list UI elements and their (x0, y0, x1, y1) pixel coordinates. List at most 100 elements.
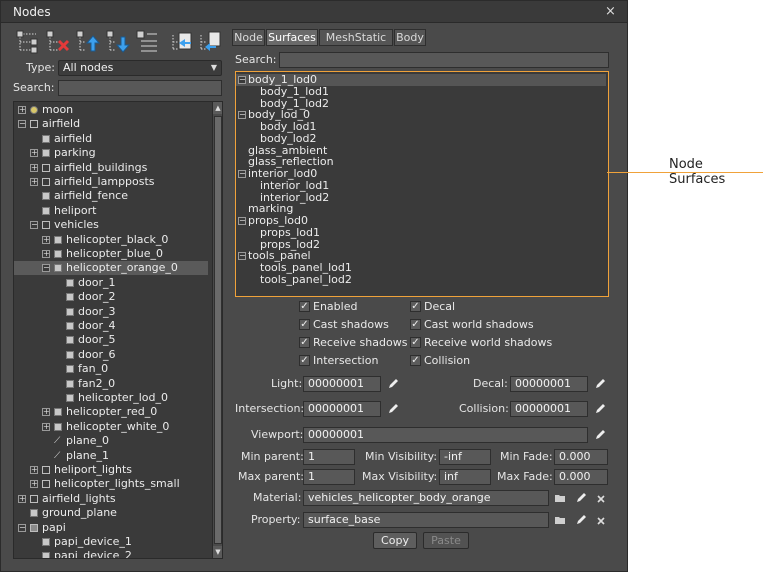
tab-body[interactable]: Body (394, 29, 426, 46)
surface-label: tools_panel_lod2 (260, 272, 352, 286)
tab-meshstatic[interactable]: MeshStatic (319, 29, 393, 46)
node-search-label: Search: (13, 81, 55, 94)
min-visibility-field[interactable]: -inf (439, 449, 491, 465)
clone-icon[interactable] (169, 29, 195, 55)
tree-node-label: helicopter_blue_0 (66, 247, 163, 260)
max-parent-field[interactable]: 1 (303, 469, 355, 485)
type-select[interactable]: All nodes ▼ (58, 60, 222, 76)
close-icon[interactable]: × (605, 4, 616, 19)
enabled-label: Enabled (313, 300, 358, 313)
tree-node-label: door_1 (78, 275, 116, 289)
node-icon (66, 379, 74, 388)
expand-icon[interactable]: + (42, 235, 50, 244)
expand-icon[interactable]: + (42, 422, 50, 431)
collapse-icon[interactable]: − (42, 264, 50, 273)
edit-viewport-mask-icon[interactable] (594, 429, 606, 441)
collapse-icon[interactable]: − (238, 217, 246, 225)
property-field[interactable]: surface_base (303, 512, 549, 528)
collapse-icon[interactable]: − (238, 252, 246, 261)
move-up-icon[interactable] (75, 29, 101, 55)
collapse-icon[interactable]: − (238, 111, 246, 120)
expand-icon[interactable]: + (30, 163, 38, 172)
surface-label: props_lod1 (260, 225, 320, 239)
decal-mask-field[interactable]: 00000001 (510, 376, 588, 392)
viewport-mask-label: Viewport: (251, 428, 304, 441)
edit-property-icon[interactable] (575, 514, 587, 526)
max-visibility-field[interactable]: inf (439, 469, 491, 485)
intersection-mask-field[interactable]: 00000001 (303, 401, 381, 417)
min-parent-field[interactable]: 1 (303, 449, 355, 465)
tab-surfaces[interactable]: Surfaces (266, 29, 318, 46)
edit-material-icon[interactable] (575, 492, 587, 504)
tree-node-label: helicopter_lod_0 (78, 391, 168, 404)
expand-icon[interactable]: + (30, 480, 38, 489)
scroll-up-icon[interactable]: ▲ (213, 102, 222, 114)
clear-material-icon[interactable] (595, 493, 607, 505)
move-down-icon[interactable] (105, 29, 131, 55)
edit-light-mask-icon[interactable] (387, 378, 399, 390)
max-visibility-label: Max Visibility: (362, 470, 438, 483)
node-icon (54, 235, 62, 244)
collision-mask-field[interactable]: 00000001 (510, 401, 588, 417)
node-icon (30, 523, 38, 532)
edit-intersection-mask-icon[interactable] (387, 403, 399, 415)
folder-icon[interactable] (554, 514, 566, 526)
tree-node-label: airfield_lampposts (54, 175, 155, 188)
folder-icon[interactable] (554, 492, 566, 504)
surface-label: interior_lod1 (260, 178, 330, 192)
expand-icon[interactable]: + (30, 466, 38, 474)
check-icon: ✓ (299, 337, 310, 348)
tree-node-label: heliport (54, 203, 97, 217)
tree-node-label: door_2 (78, 290, 116, 304)
check-icon: ✓ (410, 355, 421, 366)
material-field[interactable]: vehicles_helicopter_body_orange (303, 490, 549, 506)
clear-property-icon[interactable] (595, 515, 607, 527)
expand-icon[interactable]: + (42, 408, 50, 417)
max-fade-field[interactable]: 0.000 (554, 469, 608, 485)
node-search-input[interactable] (58, 80, 222, 96)
expand-icon[interactable]: + (18, 494, 26, 503)
node-panel: Type: All nodes ▼ Search: + moon − airfield… (1, 23, 229, 573)
type-label: Type: (26, 61, 55, 74)
node-tree: + moon − airfield airfield + parking + airfield_… (13, 101, 223, 559)
scroll-down-icon[interactable]: ▼ (213, 546, 222, 558)
collapse-icon[interactable]: − (18, 523, 26, 532)
copy-button[interactable]: Copy (373, 532, 417, 549)
min-visibility-label: Min Visibility: (365, 450, 438, 463)
add-node-icon[interactable] (15, 29, 41, 55)
expand-icon[interactable]: + (30, 178, 38, 186)
link-icon: ⟋ (54, 450, 61, 461)
tree-scrollbar[interactable]: ▲ ▼ (212, 102, 222, 558)
tree-node[interactable]: − helicopter_orange_0 (14, 261, 208, 276)
list-icon[interactable] (135, 29, 161, 55)
edit-collision-mask-icon[interactable] (594, 403, 606, 415)
expand-icon[interactable]: + (30, 149, 38, 158)
expand-icon[interactable]: + (18, 106, 26, 114)
collapse-icon[interactable]: − (238, 76, 246, 84)
node-icon (42, 466, 50, 474)
node-icon (42, 163, 50, 172)
collapse-icon[interactable]: − (30, 221, 38, 230)
collapse-icon[interactable]: − (238, 170, 246, 178)
collision-mask-label: Collision: (459, 402, 509, 415)
scroll-thumb[interactable] (214, 116, 222, 544)
min-fade-field[interactable]: 0.000 (554, 449, 608, 465)
node-icon (66, 322, 74, 330)
viewport-mask-field[interactable]: 00000001 (303, 427, 588, 443)
remove-node-icon[interactable] (45, 29, 71, 55)
surface-search-input[interactable] (279, 52, 609, 68)
paste-button[interactable]: Paste (423, 532, 469, 549)
node-icon (42, 480, 50, 489)
expand-icon[interactable]: + (42, 250, 50, 258)
light-mask-field[interactable]: 00000001 (303, 376, 381, 392)
tree-node-label: airfield (54, 131, 93, 145)
annotation-label: Node Surfaces (669, 157, 726, 187)
tree-node-label: ground_plane (42, 506, 117, 520)
type-select-value: All nodes (63, 61, 114, 74)
tab-node[interactable]: Node (232, 29, 265, 46)
save-icon[interactable] (197, 29, 223, 55)
edit-decal-mask-icon[interactable] (594, 378, 606, 390)
cast-world-shadows-label: Cast world shadows (424, 318, 534, 331)
node-icon (42, 538, 50, 546)
collapse-icon[interactable]: − (18, 120, 26, 129)
